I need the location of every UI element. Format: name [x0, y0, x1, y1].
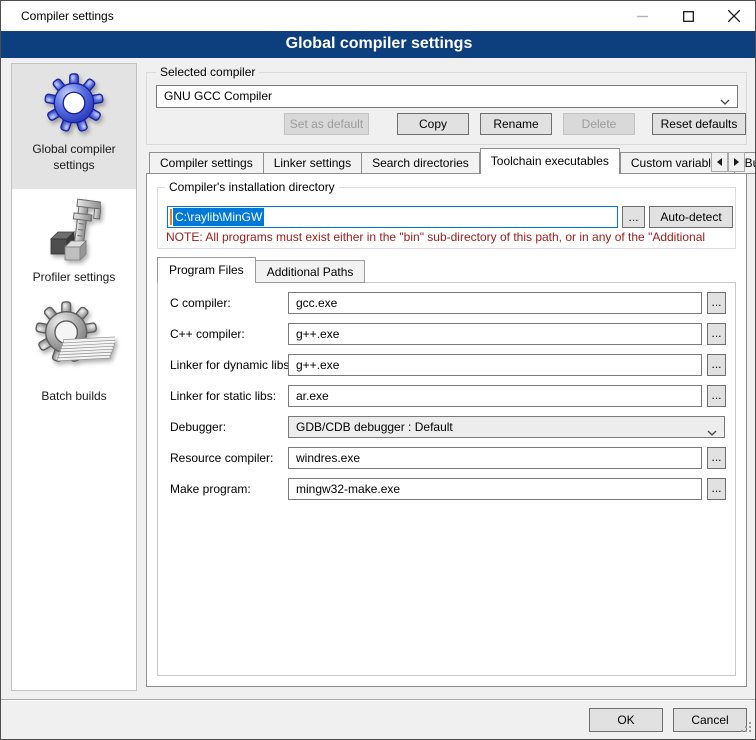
compiler-select[interactable]: GNU GCC Compiler [156, 85, 738, 108]
program-files-panel: C compiler: gcc.exe ... C++ compiler: g+… [157, 282, 736, 676]
program-row-static-linker: Linker for static libs: ar.exe ... [158, 385, 737, 407]
tab-linker-settings[interactable]: Linker settings [264, 152, 362, 174]
compiler-select-value: GNU GCC Compiler [164, 86, 272, 107]
c-compiler-input[interactable]: gcc.exe [288, 292, 702, 314]
program-row-dynamic-linker: Linker for dynamic libs: g++.exe ... [158, 354, 737, 376]
tab-scroll-left-button[interactable] [711, 152, 728, 172]
reset-defaults-button[interactable]: Reset defaults [652, 113, 746, 135]
field-value: mingw32-make.exe [296, 479, 400, 499]
tab-scroll-left-icon [717, 158, 722, 166]
close-button[interactable] [711, 1, 756, 31]
cancel-button[interactable]: Cancel [673, 708, 747, 732]
resize-grip[interactable] [741, 722, 752, 736]
window-title: Compiler settings [21, 1, 114, 31]
sidebar-item-label: Batch builds [12, 388, 136, 404]
chevron-down-icon [707, 425, 717, 439]
resource-compiler-browse-button[interactable]: ... [707, 447, 726, 469]
delete-button: Delete [563, 113, 635, 135]
copy-button[interactable]: Copy [397, 113, 469, 135]
static-linker-browse-button[interactable]: ... [707, 385, 726, 407]
cpp-compiler-browse-button[interactable]: ... [707, 323, 726, 345]
field-label: C compiler: [170, 296, 231, 310]
field-value: g++.exe [296, 355, 339, 375]
field-label: Debugger: [170, 420, 226, 434]
page-title: Global compiler settings [1, 31, 756, 57]
make-program-input[interactable]: mingw32-make.exe [288, 478, 702, 500]
rename-button[interactable]: Rename [480, 113, 552, 135]
minimize-button[interactable] [619, 1, 665, 31]
ok-button[interactable]: OK [589, 708, 663, 732]
maximize-button[interactable] [665, 1, 711, 31]
installation-directory-legend: Compiler's installation directory [165, 180, 339, 194]
dynamic-linker-input[interactable]: g++.exe [288, 354, 702, 376]
tab-search-directories[interactable]: Search directories [362, 152, 480, 174]
cpp-compiler-input[interactable]: g++.exe [288, 323, 702, 345]
footer-divider [1, 699, 756, 701]
tab-compiler-settings[interactable]: Compiler settings [149, 152, 264, 174]
settings-tabbar: Compiler settings Linker settings Search… [149, 148, 756, 174]
static-linker-input[interactable]: ar.exe [288, 385, 702, 407]
gear-stack-icon [12, 299, 136, 384]
field-value: windres.exe [296, 448, 360, 468]
program-row-resource-compiler: Resource compiler: windres.exe ... [158, 447, 737, 469]
settings-sidebar: Global compiler settings [11, 63, 137, 691]
field-label: Linker for static libs: [170, 389, 276, 403]
install-dir-input[interactable]: C:\raylib\MinGW [167, 206, 618, 228]
resource-compiler-input[interactable]: windres.exe [288, 447, 702, 469]
field-value: g++.exe [296, 324, 339, 344]
field-value: gcc.exe [296, 293, 337, 313]
auto-detect-button[interactable]: Auto-detect [649, 206, 733, 228]
minimize-icon [637, 11, 648, 22]
c-compiler-browse-button[interactable]: ... [707, 292, 726, 314]
debugger-select[interactable]: GDB/CDB debugger : Default [288, 416, 725, 438]
subtab-additional-paths[interactable]: Additional Paths [256, 260, 366, 283]
tab-scroll-right-icon [734, 158, 739, 166]
program-files-subtabbar: Program Files Additional Paths [157, 257, 365, 283]
subtab-program-files[interactable]: Program Files [157, 257, 256, 283]
install-dir-value: C:\raylib\MinGW [173, 208, 264, 226]
titlebar: Compiler settings [1, 1, 756, 31]
compiler-settings-window: Compiler settings Global compiler settin… [0, 0, 756, 740]
caliper-icon [12, 197, 136, 266]
selected-compiler-legend: Selected compiler [156, 65, 259, 79]
make-program-browse-button[interactable]: ... [707, 478, 726, 500]
field-label: Linker for dynamic libs: [170, 358, 293, 372]
chevron-down-icon [720, 94, 730, 108]
install-dir-note: NOTE: All programs must exist either in … [166, 230, 736, 245]
program-row-cpp-compiler: C++ compiler: g++.exe ... [158, 323, 737, 345]
sidebar-item-label: Profiler settings [12, 269, 136, 285]
program-row-make-program: Make program: mingw32-make.exe ... [158, 478, 737, 500]
field-label: C++ compiler: [170, 327, 245, 341]
install-dir-browse-button[interactable]: ... [622, 206, 645, 228]
sidebar-item-global-compiler-settings[interactable]: Global compiler settings [12, 64, 136, 189]
set-as-default-button: Set as default [284, 113, 369, 135]
text-caret [170, 209, 172, 225]
sidebar-item-batch-builds[interactable]: Batch builds [12, 291, 136, 413]
gear-blue-icon [12, 73, 136, 136]
field-label: Resource compiler: [170, 451, 273, 465]
page-banner: Global compiler settings [1, 31, 756, 58]
tab-toolchain-executables[interactable]: Toolchain executables [480, 148, 620, 174]
sidebar-item-profiler-settings[interactable]: Profiler settings [12, 189, 136, 291]
close-icon [728, 10, 740, 22]
program-row-debugger: Debugger: GDB/CDB debugger : Default [158, 416, 737, 438]
sidebar-item-label: Global compiler settings [12, 141, 136, 173]
program-row-c-compiler: C compiler: gcc.exe ... [158, 292, 737, 314]
tab-scroll-right-button[interactable] [728, 152, 745, 172]
field-label: Make program: [170, 482, 251, 496]
field-value: ar.exe [296, 386, 329, 406]
field-value: GDB/CDB debugger : Default [296, 417, 453, 437]
maximize-icon [683, 11, 694, 22]
dynamic-linker-browse-button[interactable]: ... [707, 354, 726, 376]
